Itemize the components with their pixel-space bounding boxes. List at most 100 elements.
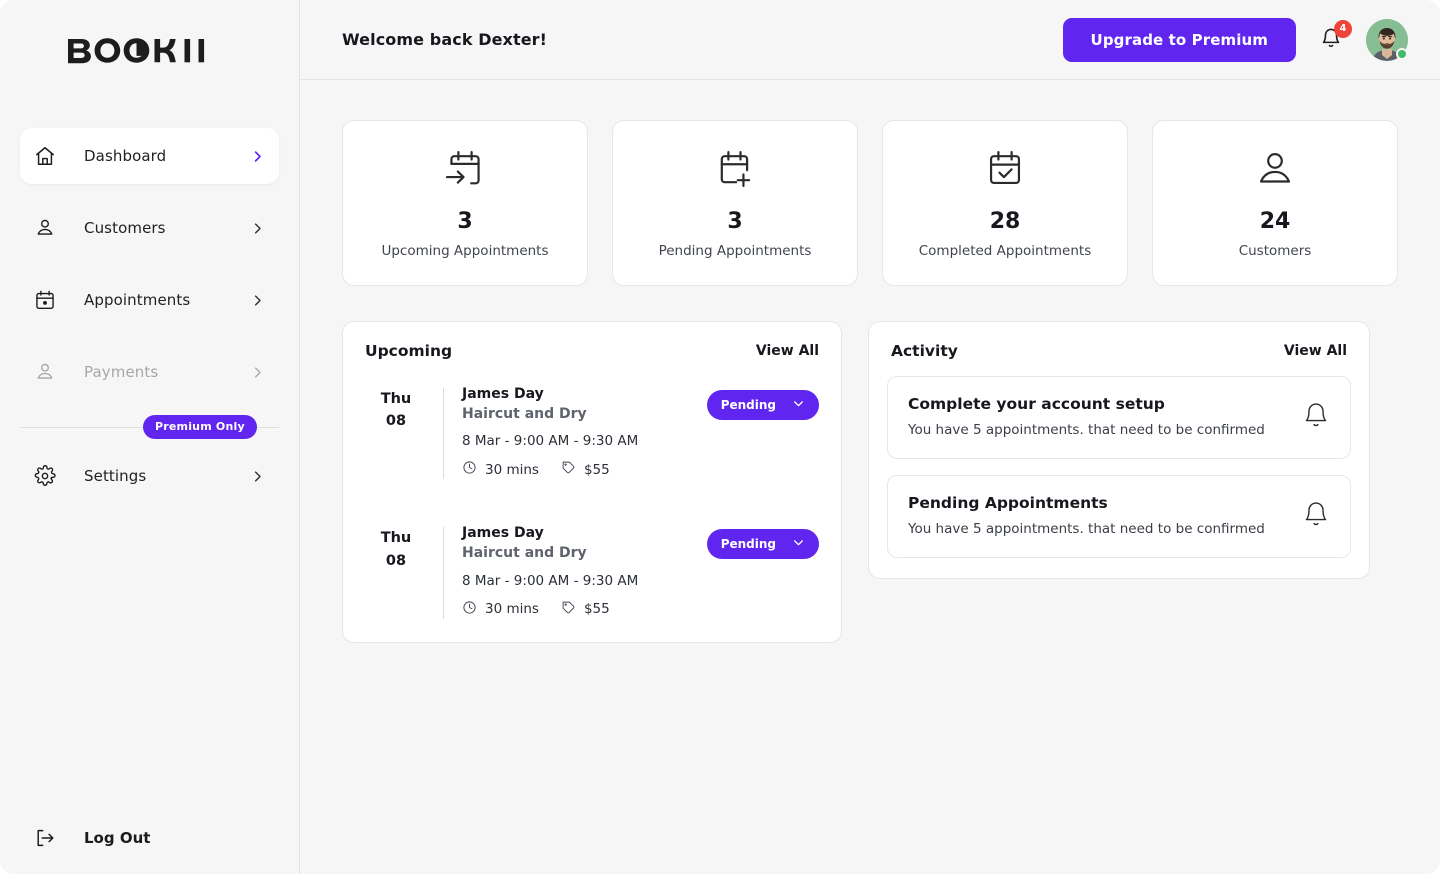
sidebar-item-label: Payments [84,363,159,381]
online-status-dot [1396,47,1408,60]
calendar-icon [32,287,58,313]
activity-item[interactable]: Complete your account setup You have 5 a… [887,376,1351,459]
stat-label: Pending Appointments [658,243,812,259]
dashboard-content: 3 Upcoming Appointments 3 Pending Appoin… [300,80,1440,643]
premium-divider: Premium Only [20,410,279,444]
stat-value: 3 [457,209,473,234]
activity-item-subtitle: You have 5 appointments. that need to be… [908,422,1265,438]
stat-card-customers[interactable]: 24 Customers [1152,120,1398,286]
upcoming-view-all-link[interactable]: View All [756,343,819,359]
logout-button[interactable]: Log Out [20,816,162,860]
appointment-day-of-month: 08 [385,413,407,430]
stat-value: 28 [989,209,1021,234]
brand-logo[interactable] [0,0,299,100]
sidebar-item-label: Dashboard [84,147,167,165]
appointments-list: Thu 08 James Day Haircut and Dry 8 Mar -… [361,386,823,619]
upcoming-panel: Upcoming View All Thu 08 James Day Hairc… [342,321,842,643]
home-icon [32,143,58,169]
calendar-plus-icon [713,147,757,195]
user-icon [32,359,58,385]
appointment-divider [443,527,444,619]
stat-card-completed-appointments[interactable]: 28 Completed Appointments [882,120,1128,286]
stat-label: Completed Appointments [918,243,1092,259]
stat-label: Customers [1238,243,1312,259]
sidebar-item-label: Settings [84,467,147,485]
sidebar-item-label: Appointments [84,291,191,309]
activity-item-text: Complete your account setup You have 5 a… [908,395,1286,438]
chevron-right-icon [250,149,265,164]
appointment-duration: 30 mins [462,600,539,619]
activity-list: Complete your account setup You have 5 a… [887,376,1351,558]
gear-icon [32,463,58,489]
appointment-duration-text: 30 mins [485,601,539,618]
stat-card-pending-appointments[interactable]: 3 Pending Appointments [612,120,858,286]
appointment-price-text: $55 [583,461,610,478]
stat-value: 24 [1259,209,1291,234]
appointment-divider [443,388,444,480]
appointment-datetime: 8 Mar - 9:00 AM - 9:30 AM [462,433,639,450]
sidebar-item-appointments[interactable]: Appointments [20,272,279,328]
premium-only-badge: Premium Only [143,415,257,439]
avatar[interactable] [1366,18,1408,61]
upgrade-to-premium-button[interactable]: Upgrade to Premium [1062,17,1296,62]
clock-icon [462,600,477,619]
appointment-price: $55 [561,600,610,619]
upcoming-panel-header: Upcoming View All [361,342,823,360]
appointment-status-label: Pending [720,537,776,552]
appointment-duration: 30 mins [462,460,539,479]
appointment-day-of-week: Thu [380,391,412,407]
appointment-details: James Day Haircut and Dry 8 Mar - 9:00 A… [462,525,693,618]
clock-icon [462,460,477,479]
activity-item-subtitle: You have 5 appointments. that need to be… [908,521,1265,537]
upcoming-title: Upcoming [365,342,453,360]
calendar-arrow-icon [443,147,487,195]
sidebar-item-dashboard[interactable]: Dashboard [20,128,279,184]
activity-panel: Activity View All Complete your account … [868,321,1370,579]
appointment-date: Thu 08 [365,525,427,572]
appointment-date: Thu 08 [365,386,427,433]
bell-icon [1302,500,1330,532]
appointment-meta: 30 mins $55 [462,460,693,479]
stat-value: 3 [727,209,743,234]
appointment-row[interactable]: Thu 08 James Day Haircut and Dry 8 Mar -… [361,525,823,619]
chevron-right-icon [250,221,265,236]
topbar-actions: Upgrade to Premium 4 [1062,17,1408,62]
logout-icon [32,825,58,851]
appointment-status-label: Pending [720,398,776,412]
price-tag-icon [561,600,576,619]
sidebar-item-payments[interactable]: Payments [20,344,279,400]
activity-view-all-link[interactable]: View All [1284,343,1347,359]
appointment-duration-text: 30 mins [485,461,539,478]
appointment-details: James Day Haircut and Dry 8 Mar - 9:00 A… [462,386,693,479]
notification-count-badge: 4 [1334,19,1352,38]
app-root: Dashboard Customers Appointments Payment… [0,0,1440,874]
stat-card-upcoming-appointments[interactable]: 3 Upcoming Appointments [342,120,588,286]
appointment-customer-name: James Day [462,386,544,402]
notifications-button[interactable]: 4 [1318,19,1352,55]
activity-title: Activity [891,342,958,360]
appointment-meta: 30 mins $55 [462,600,693,619]
sidebar-nav: Dashboard Customers Appointments Payment… [0,128,299,504]
sidebar-item-settings[interactable]: Settings [20,448,279,504]
appointment-customer-name: James Day [462,525,544,542]
appointment-day-of-month: 08 [385,552,407,569]
appointment-service: Haircut and Dry [462,405,587,422]
appointment-row[interactable]: Thu 08 James Day Haircut and Dry 8 Mar -… [361,386,823,480]
appointment-day-of-week: Thu [380,530,412,547]
stat-label: Upcoming Appointments [381,243,549,259]
chevron-right-icon [250,293,265,308]
chevron-down-icon [792,536,805,552]
appointment-status-dropdown[interactable]: Pending [706,529,819,560]
activity-item-title: Pending Appointments [908,494,1108,512]
appointment-price: $55 [561,460,610,479]
welcome-message: Welcome back Dexter! [342,30,548,49]
panels-row: Upcoming View All Thu 08 James Day Hairc… [342,321,1398,643]
chevron-right-icon [250,365,265,380]
sidebar-item-label: Customers [84,219,166,237]
sidebar-item-customers[interactable]: Customers [20,200,279,256]
appointment-status-dropdown[interactable]: Pending [706,390,819,420]
activity-item[interactable]: Pending Appointments You have 5 appointm… [887,475,1351,558]
bell-icon [1302,401,1330,433]
topbar: Welcome back Dexter! Upgrade to Premium … [300,0,1440,80]
chevron-right-icon [250,469,265,484]
